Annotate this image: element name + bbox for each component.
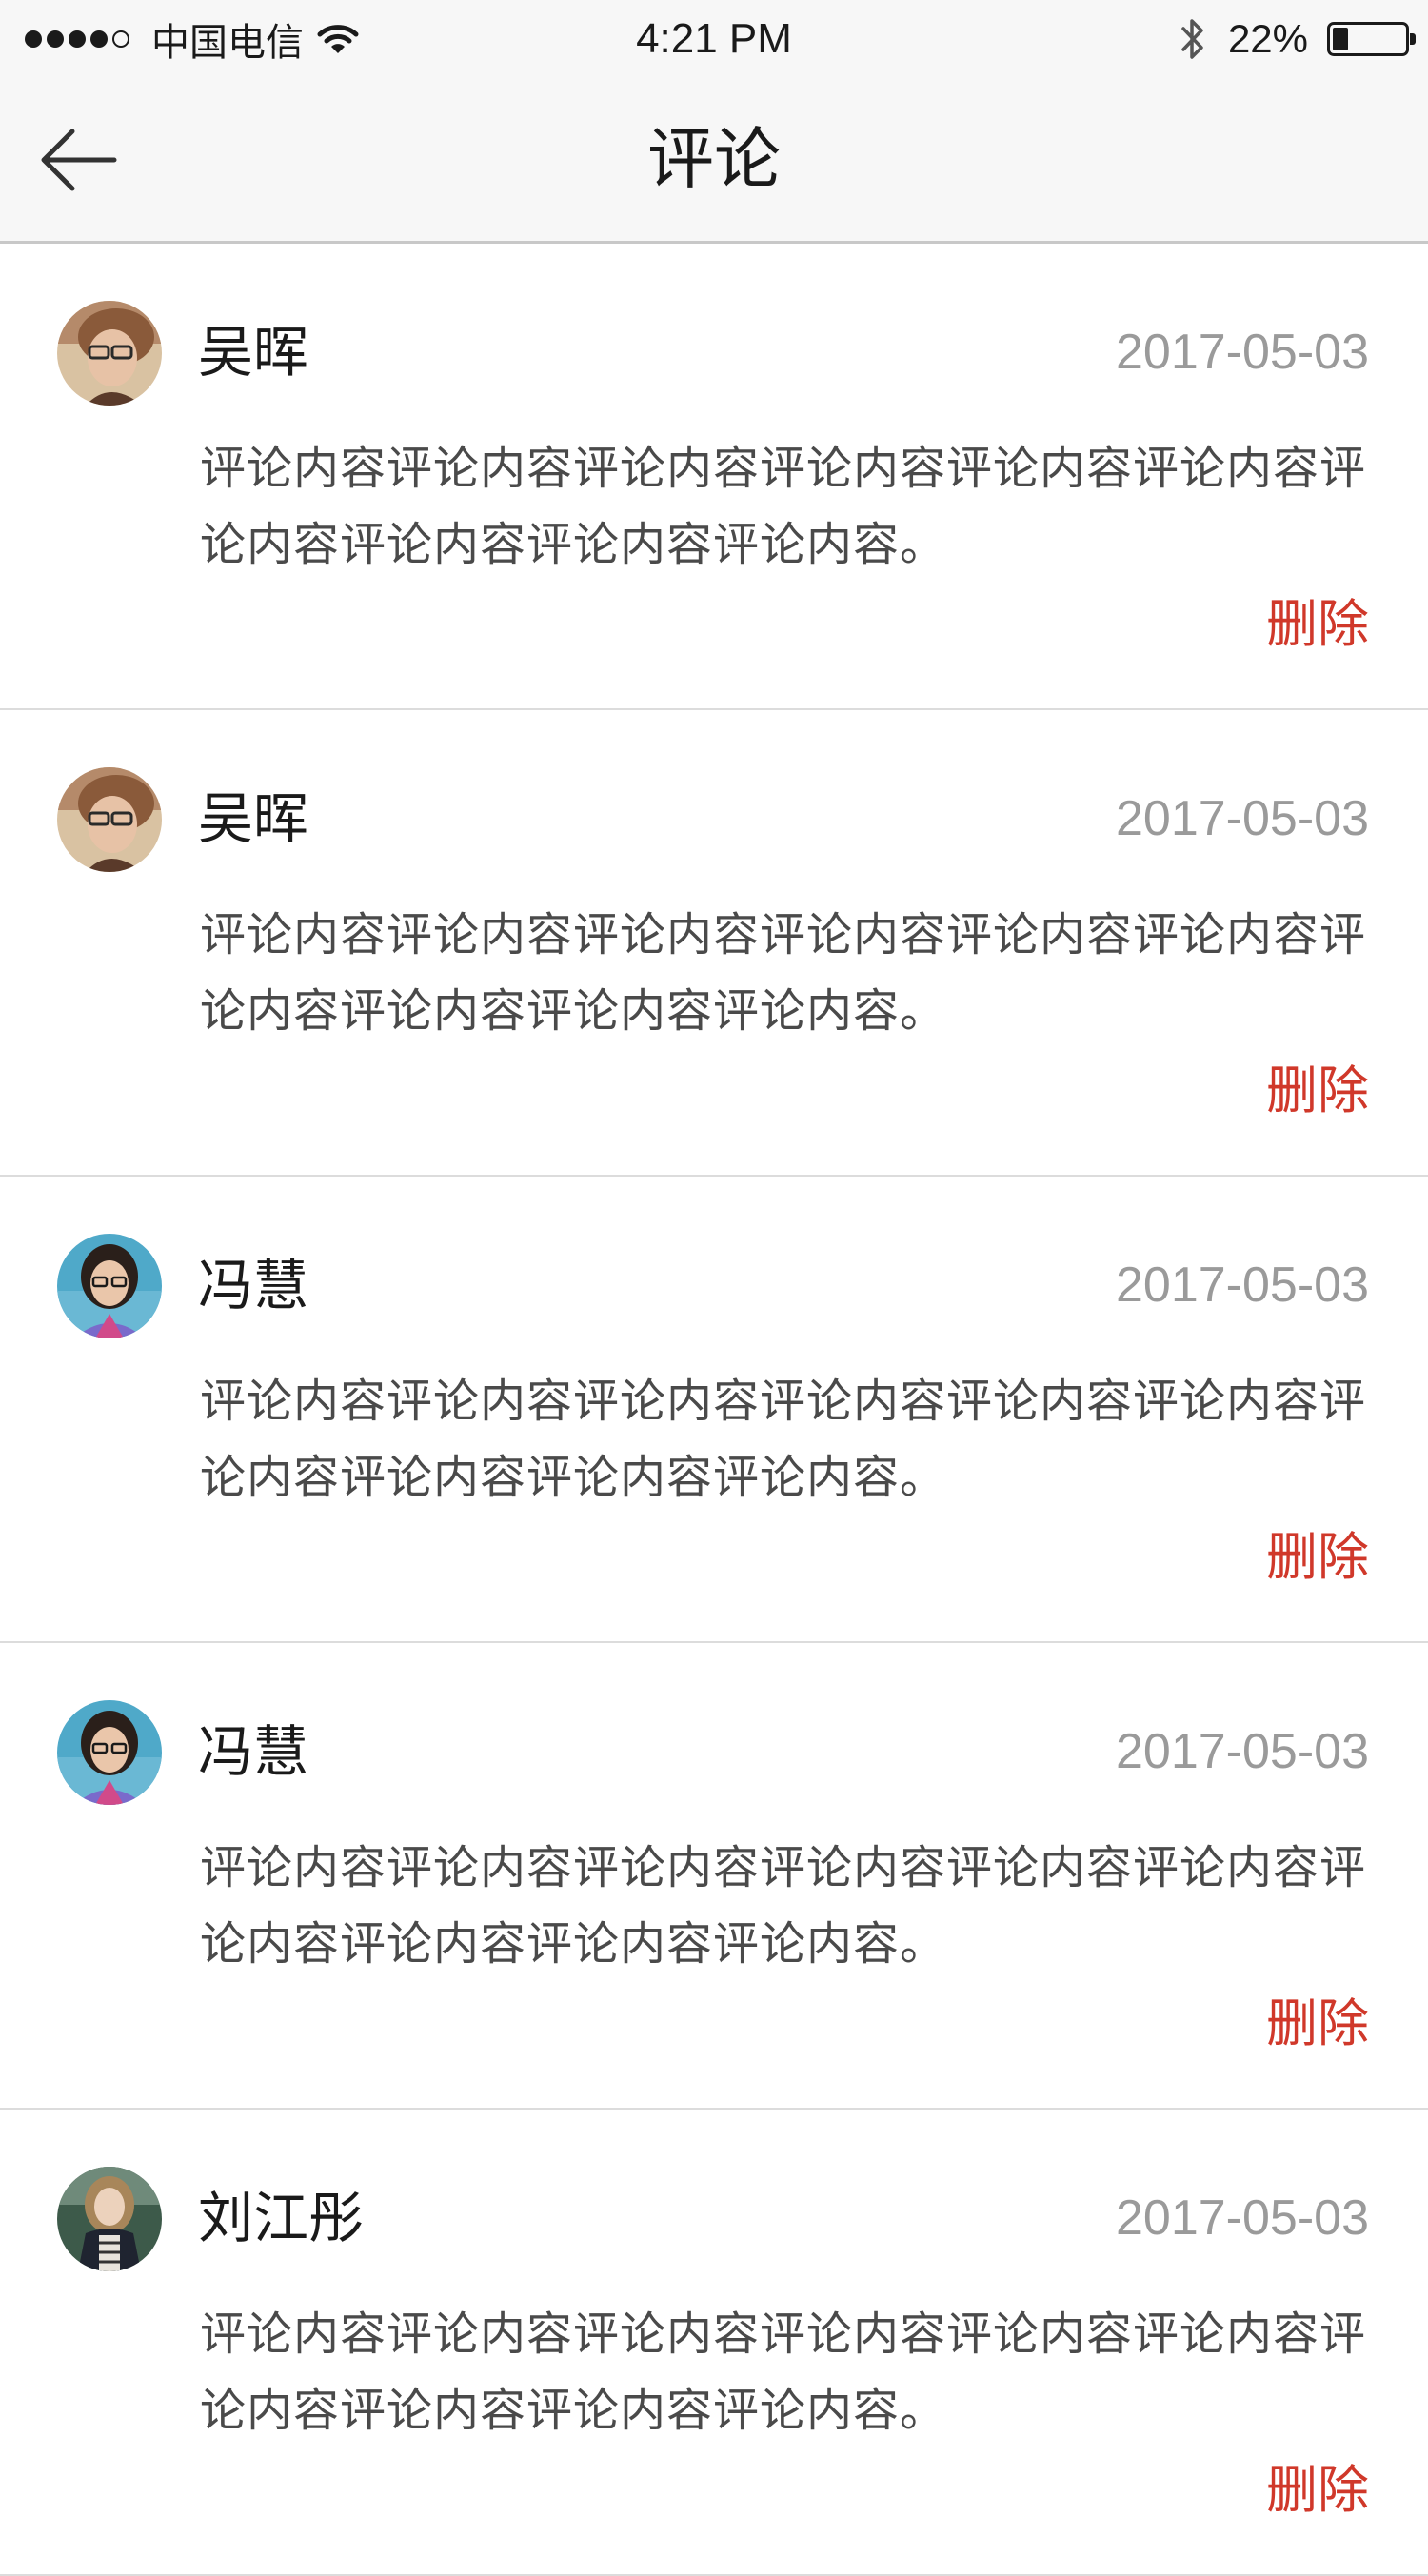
bluetooth-icon <box>1180 16 1205 62</box>
user-name[interactable]: 刘江彤 <box>198 2180 364 2256</box>
battery-percent: 22% <box>1227 16 1308 61</box>
user-name[interactable]: 吴晖 <box>198 781 308 857</box>
page-title: 评论 <box>647 120 781 198</box>
battery-level-fill <box>1333 28 1348 50</box>
comment-content: 评论内容评论内容评论内容评论内容评论内容评论内容评论内容评论内容评论内容评论内容… <box>200 2308 1367 2437</box>
back-button[interactable] <box>38 112 152 208</box>
status-bar: 中国电信 4:21 PM 22% <box>0 0 1428 78</box>
comment-date: 2017-05-03 <box>1116 1258 1369 1313</box>
user-name[interactable]: 冯慧 <box>198 1247 308 1323</box>
comment-item: 冯慧 2017-05-03 评论内容评论内容评论内容评论内容评论内容评论内容评论… <box>0 1643 1428 2110</box>
delete-button[interactable]: 删除 <box>1266 586 1369 663</box>
avatar-woman-glasses-icon[interactable] <box>57 301 162 406</box>
delete-button[interactable]: 删除 <box>1266 2452 1369 2528</box>
comment-content: 评论内容评论内容评论内容评论内容评论内容评论内容评论内容评论内容评论内容评论内容… <box>200 1841 1367 1971</box>
status-bar-right: 22% <box>1180 11 1416 67</box>
nav-bar: 评论 <box>0 78 1428 244</box>
avatar-woman-glasses-icon[interactable] <box>57 767 162 872</box>
comment-item: 吴晖 2017-05-03 评论内容评论内容评论内容评论内容评论内容评论内容评论… <box>0 244 1428 710</box>
battery-icon <box>1327 22 1416 56</box>
comment-date: 2017-05-03 <box>1116 791 1369 846</box>
comment-content: 评论内容评论内容评论内容评论内容评论内容评论内容评论内容评论内容评论内容评论内容… <box>200 908 1367 1038</box>
comment-item: 冯慧 2017-05-03 评论内容评论内容评论内容评论内容评论内容评论内容评论… <box>0 1177 1428 1643</box>
delete-button[interactable]: 删除 <box>1266 1519 1369 1595</box>
comment-date: 2017-05-03 <box>1116 1724 1369 1779</box>
arrow-left-icon <box>41 129 117 191</box>
delete-button[interactable]: 删除 <box>1266 1053 1369 1129</box>
comment-content: 评论内容评论内容评论内容评论内容评论内容评论内容评论内容评论内容评论内容评论内容… <box>200 442 1367 571</box>
comment-item: 刘江彤 2017-05-03 评论内容评论内容评论内容评论内容评论内容评论内容评… <box>0 2110 1428 2576</box>
user-name[interactable]: 冯慧 <box>198 1714 308 1790</box>
delete-button[interactable]: 删除 <box>1266 1986 1369 2062</box>
comment-list: 吴晖 2017-05-03 评论内容评论内容评论内容评论内容评论内容评论内容评论… <box>0 244 1428 2576</box>
comment-item: 吴晖 2017-05-03 评论内容评论内容评论内容评论内容评论内容评论内容评论… <box>0 710 1428 1177</box>
avatar-woman-coat-icon[interactable] <box>57 2167 162 2271</box>
comment-content: 评论内容评论内容评论内容评论内容评论内容评论内容评论内容评论内容评论内容评论内容… <box>200 1375 1367 1504</box>
comment-date: 2017-05-03 <box>1116 325 1369 380</box>
avatar-woman-dark-hair-icon[interactable] <box>57 1700 162 1805</box>
avatar-woman-dark-hair-icon[interactable] <box>57 1234 162 1338</box>
comment-date: 2017-05-03 <box>1116 2190 1369 2246</box>
user-name[interactable]: 吴晖 <box>198 314 308 390</box>
